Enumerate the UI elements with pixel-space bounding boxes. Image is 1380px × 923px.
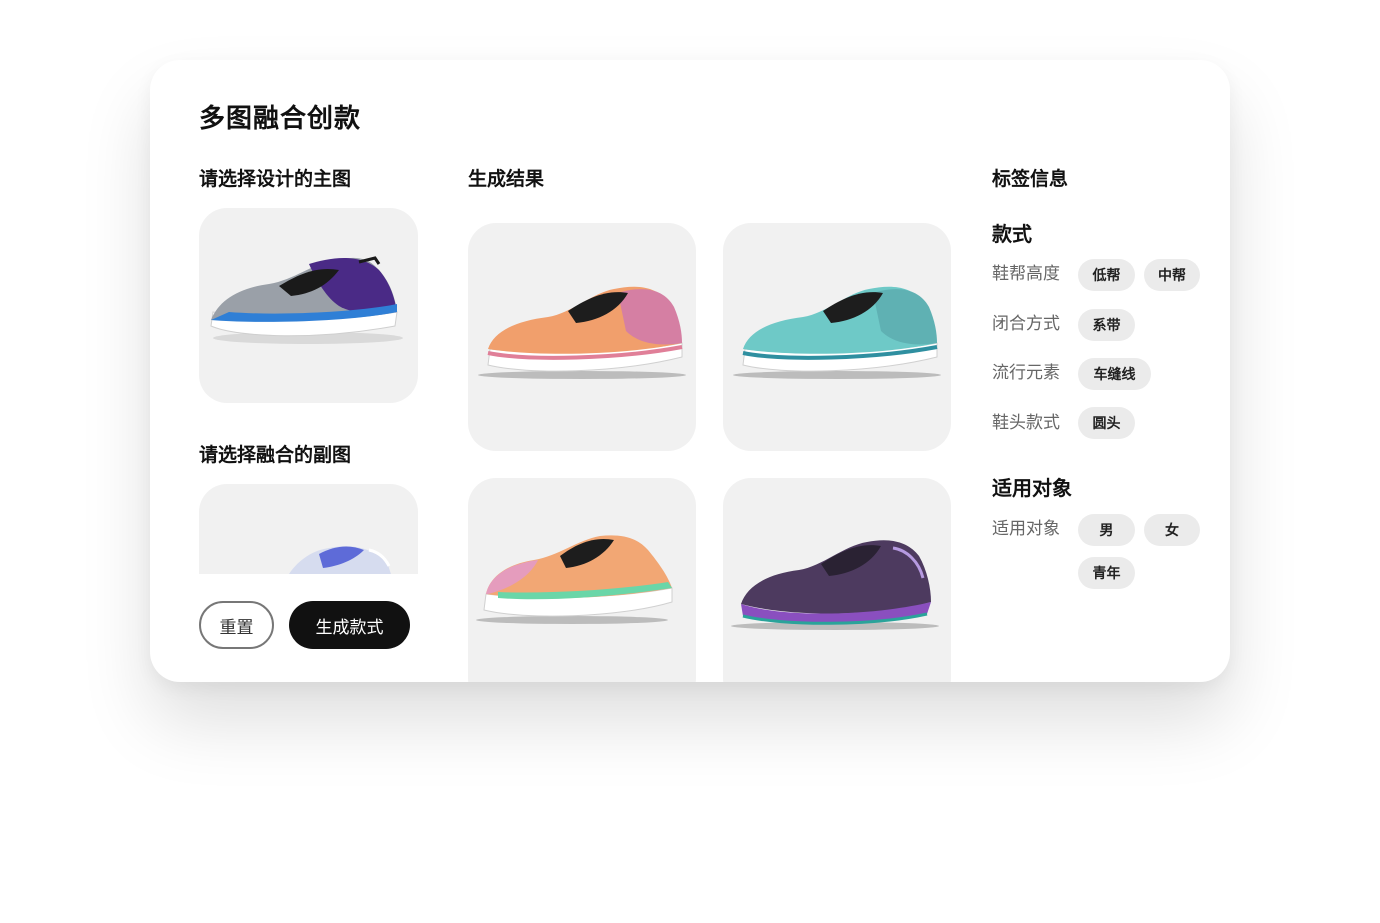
attr-label-trend: 流行元素 <box>992 363 1060 383</box>
fusion-card: 多图融合创款 请选择设计的主图 请选择融合的副图 重置 生成款式 生成结果 标签… <box>150 60 1230 682</box>
main-image-heading: 请选择设计的主图 <box>199 168 352 190</box>
main-shoe-image <box>210 256 403 344</box>
chip-low-top[interactable]: 低帮 <box>1078 259 1135 291</box>
result-tile[interactable] <box>468 478 696 682</box>
secondary-image-slot[interactable] <box>199 484 418 574</box>
tag-group-audience-title: 适用对象 <box>992 476 1072 500</box>
tag-group-style-title: 款式 <box>992 222 1032 246</box>
attr-label-closure: 闭合方式 <box>992 314 1060 334</box>
chip-laces[interactable]: 系带 <box>1078 309 1135 341</box>
reset-button[interactable]: 重置 <box>199 601 274 649</box>
chip-mid-top[interactable]: 中帮 <box>1144 259 1200 291</box>
chip-youth[interactable]: 青年 <box>1078 557 1135 589</box>
result-shoe-image <box>733 286 941 379</box>
chip-stitching[interactable]: 车缝线 <box>1078 358 1151 390</box>
main-image-slot[interactable] <box>199 208 418 403</box>
attr-label-upper-height: 鞋帮高度 <box>992 264 1060 284</box>
attr-label-audience: 适用对象 <box>992 519 1060 539</box>
result-shoe-image <box>478 286 686 379</box>
tags-heading: 标签信息 <box>992 168 1069 190</box>
result-shoe-image <box>476 535 673 624</box>
attr-label-toe-style: 鞋头款式 <box>992 413 1060 433</box>
result-tile[interactable] <box>723 223 951 451</box>
chip-male[interactable]: 男 <box>1078 514 1135 546</box>
result-tile[interactable] <box>468 223 696 451</box>
secondary-shoe-image <box>289 546 391 574</box>
page-title: 多图融合创款 <box>199 104 362 134</box>
result-tile[interactable] <box>723 478 951 682</box>
secondary-image-heading: 请选择融合的副图 <box>199 444 352 466</box>
results-heading: 生成结果 <box>468 168 545 190</box>
chip-female[interactable]: 女 <box>1144 514 1200 546</box>
chip-round-toe[interactable]: 圆头 <box>1078 407 1135 439</box>
result-shoe-image <box>731 540 939 630</box>
generate-button[interactable]: 生成款式 <box>289 601 410 649</box>
